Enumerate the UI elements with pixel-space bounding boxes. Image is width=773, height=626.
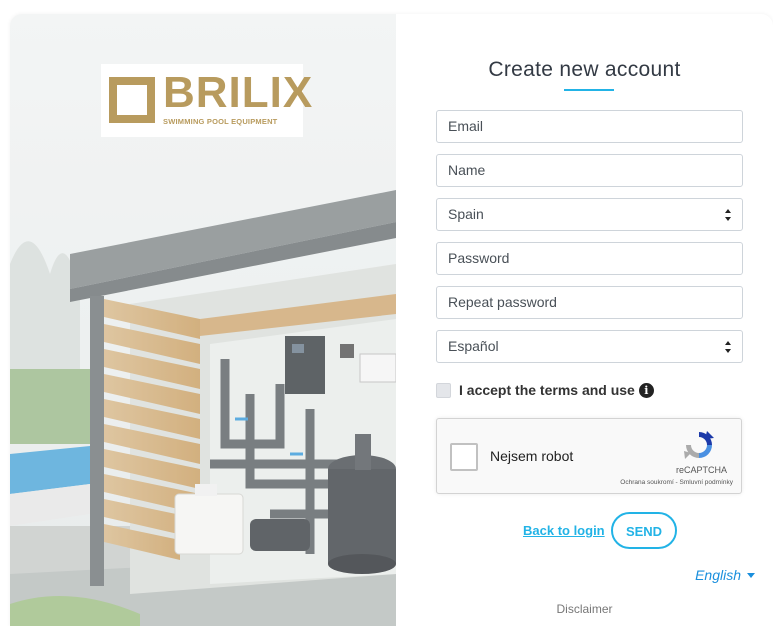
- select-arrows-icon: [725, 209, 732, 221]
- page-title: Create new account: [488, 58, 681, 81]
- language-dropdown[interactable]: English: [695, 567, 755, 583]
- email-field[interactable]: Email: [436, 110, 743, 143]
- brand-logo: BRILIX SWIMMING POOL EQUIPMENT: [101, 64, 312, 137]
- recaptcha-logo-icon: [684, 431, 714, 459]
- logo-wordmark: BRILIX: [163, 68, 314, 117]
- back-to-login-link[interactable]: Back to login: [523, 523, 605, 538]
- recaptcha-widget: Nejsem robot reCAPTCHA Ochrana soukromí …: [436, 418, 742, 494]
- logo-tagline: SWIMMING POOL EQUIPMENT: [163, 117, 278, 126]
- password-placeholder: Password: [448, 250, 510, 266]
- repeat-password-field[interactable]: Repeat password: [436, 286, 743, 319]
- send-button[interactable]: SEND: [611, 512, 677, 549]
- recaptcha-brand: reCAPTCHA: [675, 465, 727, 475]
- recaptcha-label: Nejsem robot: [490, 448, 574, 464]
- info-icon[interactable]: i: [638, 382, 654, 398]
- terms-label[interactable]: I accept the terms and use: [459, 382, 635, 398]
- disclaimer-link[interactable]: Disclaimer: [396, 602, 773, 616]
- hero-image: BRILIX SWIMMING POOL EQUIPMENT: [10, 14, 396, 626]
- signup-form: Create new account Email Name Spain Pass…: [396, 14, 773, 626]
- logo-square-icon: [109, 77, 155, 123]
- name-field[interactable]: Name: [436, 154, 743, 187]
- terms-checkbox[interactable]: [436, 382, 451, 398]
- email-placeholder: Email: [448, 118, 484, 134]
- terms-row: I accept the terms and use i: [436, 381, 654, 399]
- country-select[interactable]: Spain: [436, 198, 743, 231]
- repeat-password-placeholder: Repeat password: [448, 294, 557, 310]
- language-selected-value: Español: [448, 338, 499, 354]
- language-dropdown-label: English: [695, 567, 741, 583]
- name-placeholder: Name: [448, 162, 486, 178]
- recaptcha-links[interactable]: Ochrana soukromí - Smluvní podmínky: [620, 479, 733, 486]
- chevron-down-icon: [747, 572, 755, 578]
- language-select[interactable]: Español: [436, 330, 743, 363]
- recaptcha-checkbox[interactable]: [450, 443, 478, 471]
- password-field[interactable]: Password: [436, 242, 743, 275]
- signup-card: BRILIX SWIMMING POOL EQUIPMENT Create ne…: [10, 14, 773, 626]
- country-selected-value: Spain: [448, 206, 484, 222]
- select-arrows-icon: [725, 341, 732, 353]
- title-underline: [564, 89, 614, 91]
